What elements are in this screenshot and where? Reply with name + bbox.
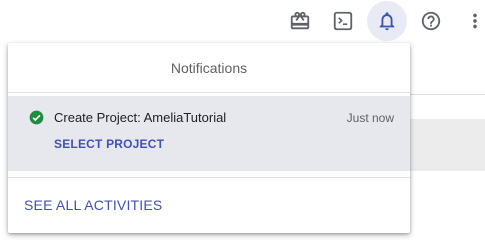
more-vert-icon [473, 13, 477, 29]
notification-item[interactable] [8, 96, 410, 171]
notification-timestamp: Just now [346, 111, 394, 125]
help-button[interactable] [411, 1, 451, 41]
notification-title: Create Project: AmeliaTutorial [54, 110, 227, 125]
gift-icon [290, 11, 310, 30]
select-project-link[interactable]: SELECT PROJECT [54, 137, 164, 151]
cloud-shell-button[interactable] [323, 1, 363, 41]
check-circle-icon [29, 110, 44, 125]
more-options-button[interactable] [455, 1, 485, 41]
background-divider [410, 94, 485, 95]
top-toolbar [0, 0, 485, 42]
terminal-icon [333, 11, 353, 31]
notifications-panel: Notifications Create Project: AmeliaTuto… [8, 43, 410, 233]
notifications-button[interactable] [367, 1, 407, 41]
see-all-activities-link[interactable]: SEE ALL ACTIVITIES [24, 197, 162, 213]
panel-title: Notifications [8, 43, 410, 93]
panel-divider [8, 177, 410, 178]
help-icon [421, 11, 441, 31]
notifications-bell-icon [379, 12, 395, 31]
gift-button[interactable] [280, 1, 320, 41]
background-row [410, 119, 485, 171]
